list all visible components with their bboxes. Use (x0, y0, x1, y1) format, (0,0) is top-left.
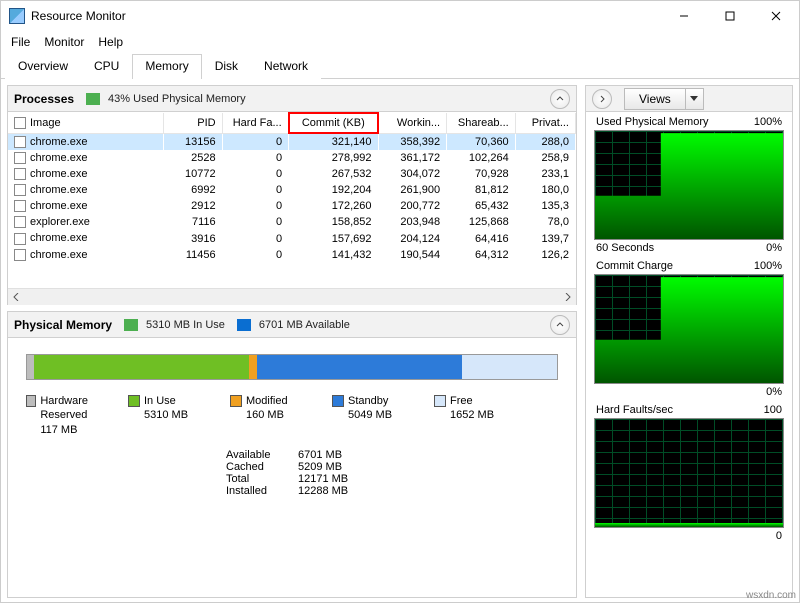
table-row[interactable]: chrome.exe114560141,432190,54464,312126,… (8, 247, 576, 263)
legend-hw: Hardware Reserved117 MB (26, 394, 122, 437)
processes-table: Image PID Hard Fa... Commit (KB) Workin.… (8, 112, 576, 263)
tab-cpu[interactable]: CPU (81, 54, 132, 79)
menu-help[interactable]: Help (98, 35, 123, 49)
processes-collapse-button[interactable] (550, 89, 570, 109)
chart2-max: 100% (754, 260, 782, 272)
legend-fr: Free1652 MB (434, 394, 530, 437)
row-checkbox[interactable] (14, 216, 26, 228)
available-icon (237, 319, 251, 331)
table-row[interactable]: chrome.exe131560321,140358,39270,360288,… (8, 133, 576, 150)
chart-used-physical (594, 130, 784, 240)
col-share[interactable]: Shareab... (447, 113, 516, 133)
row-checkbox[interactable] (14, 136, 26, 148)
memory-summary: Available6701 MB Cached5209 MB Total1217… (226, 449, 558, 497)
chart1-bmax: 0% (766, 242, 782, 254)
charts-panel: Views Used Physical Memory 100% 60 Second… (585, 85, 793, 598)
scroll-right-icon[interactable] (560, 289, 576, 305)
col-working[interactable]: Workin... (378, 113, 447, 133)
table-row[interactable]: chrome.exe107720267,532304,07270,928233,… (8, 166, 576, 182)
in-use-icon (124, 319, 138, 331)
chart-hard-faults (594, 418, 784, 528)
chart-commit-charge (594, 274, 784, 384)
row-checkbox[interactable] (14, 200, 26, 212)
menu-monitor[interactable]: Monitor (44, 35, 84, 49)
memory-bar (26, 354, 558, 380)
available-text: 6701 MB Available (259, 319, 350, 331)
row-checkbox[interactable] (14, 168, 26, 180)
tab-memory[interactable]: Memory (132, 54, 201, 79)
chart1-btitle: 60 Seconds (596, 242, 654, 254)
legend-mo: Modified160 MB (230, 394, 326, 437)
menubar: File Monitor Help (1, 31, 799, 53)
views-dropdown-icon[interactable] (686, 88, 704, 110)
row-checkbox[interactable] (14, 184, 26, 196)
table-row[interactable]: chrome.exe39160157,692204,12464,416139,7 (8, 230, 576, 246)
chart1-max: 100% (754, 116, 782, 128)
row-checkbox[interactable] (14, 249, 26, 261)
legend-in: In Use5310 MB (128, 394, 224, 437)
tab-disk[interactable]: Disk (202, 54, 251, 79)
tab-network[interactable]: Network (251, 54, 321, 79)
select-all-checkbox[interactable] (14, 117, 26, 129)
titlebar: Resource Monitor (1, 1, 799, 31)
charts-collapse-button[interactable] (592, 89, 612, 109)
maximize-button[interactable] (707, 1, 753, 31)
chart3-bmax: 0 (776, 530, 782, 542)
tabstrip: Overview CPU Memory Disk Network (1, 53, 799, 79)
chart1-title: Used Physical Memory (596, 116, 708, 128)
app-icon (9, 8, 25, 24)
col-commit[interactable]: Commit (KB) (289, 113, 378, 133)
col-pid[interactable]: PID (164, 113, 222, 133)
tab-overview[interactable]: Overview (5, 54, 81, 79)
h-scrollbar[interactable] (8, 288, 576, 304)
chart2-title: Commit Charge (596, 260, 673, 272)
col-image[interactable]: Image (8, 113, 164, 133)
processes-panel: Processes 43% Used Physical Memory Image… (7, 85, 577, 305)
phys-used-text: 43% Used Physical Memory (108, 93, 246, 105)
processes-title: Processes (14, 92, 74, 106)
chart3-max: 100 (764, 404, 782, 416)
col-hard[interactable]: Hard Fa... (222, 113, 289, 133)
table-row[interactable]: chrome.exe69920192,204261,90081,812180,0 (8, 182, 576, 198)
mem-used-icon (86, 93, 100, 105)
close-button[interactable] (753, 1, 799, 31)
physical-title: Physical Memory (14, 318, 112, 332)
in-use-text: 5310 MB In Use (146, 319, 225, 331)
physical-collapse-button[interactable] (550, 315, 570, 335)
table-row[interactable]: chrome.exe25280278,992361,172102,264258,… (8, 150, 576, 166)
minimize-button[interactable] (661, 1, 707, 31)
window-title: Resource Monitor (31, 9, 661, 23)
menu-file[interactable]: File (11, 35, 30, 49)
views-button[interactable]: Views (624, 88, 686, 110)
col-priv[interactable]: Privat... (515, 113, 575, 133)
row-checkbox[interactable] (14, 152, 26, 164)
legend-sb: Standby5049 MB (332, 394, 428, 437)
table-row[interactable]: chrome.exe29120172,260200,77265,432135,3 (8, 198, 576, 214)
chart3-title: Hard Faults/sec (596, 404, 673, 416)
watermark: wsxdn.com (746, 590, 796, 601)
row-checkbox[interactable] (14, 233, 26, 245)
scroll-left-icon[interactable] (8, 289, 24, 305)
table-row[interactable]: explorer.exe71160158,852203,948125,86878… (8, 214, 576, 230)
physical-memory-panel: Physical Memory 5310 MB In Use 6701 MB A… (7, 311, 577, 598)
chart2-bmax: 0% (766, 386, 782, 398)
